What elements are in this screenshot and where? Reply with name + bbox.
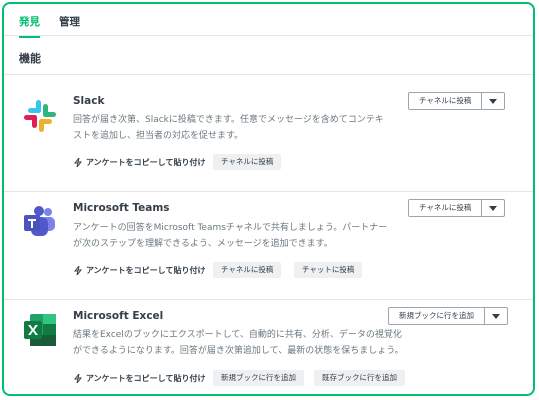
copy-survey-label: アンケートをコピーして貼り付け bbox=[86, 158, 206, 167]
card-description: 結果をExcelのブックにエクスポートして、自動的に共有、分析、データの視覚化 … bbox=[73, 327, 433, 359]
microsoft-teams-logo-icon bbox=[24, 206, 55, 236]
tab-discover[interactable]: 発見 bbox=[19, 14, 40, 38]
post-to-channel-split-button: チャネルに投稿 bbox=[408, 92, 506, 110]
card-description: 回答が届き次第、Slackに投稿できます。任意でメッセージを含めてコンテキ スト… bbox=[73, 112, 413, 144]
lightning-icon bbox=[74, 158, 82, 167]
card-description-line: ができるようになります。回答が届き次第追加して、最新の状態を保ちましょう。 bbox=[73, 346, 404, 356]
card-description-line: 回答が届き次第、Slackに投稿できます。任意でメッセージを含めてコンテキ bbox=[73, 115, 384, 125]
integration-card-excel: Microsoft Excel 結果をExcelのブックにエクスポートして、自動… bbox=[4, 299, 533, 394]
card-title: Microsoft Excel bbox=[73, 310, 164, 322]
add-row-existing-workbook-button[interactable]: 既存ブックに行を追加 bbox=[314, 370, 405, 386]
copy-survey-link[interactable]: アンケートをコピーして貼り付け bbox=[74, 373, 205, 384]
tab-bar: 発見 管理 bbox=[4, 4, 533, 38]
add-row-split-button: 新規ブックに行を追加 bbox=[388, 307, 508, 325]
split-dropdown-toggle[interactable] bbox=[485, 308, 507, 324]
copy-survey-label: アンケートをコピーして貼り付け bbox=[86, 266, 206, 275]
copy-survey-link[interactable]: アンケートをコピーして貼り付け bbox=[74, 265, 205, 276]
post-to-chat-button[interactable]: チャットに投稿 bbox=[294, 262, 363, 278]
split-dropdown-toggle[interactable] bbox=[482, 93, 504, 109]
chevron-down-icon bbox=[489, 98, 498, 104]
integration-card-slack: Slack 回答が届き次第、Slackに投稿できます。任意でメッセージを含めてコ… bbox=[4, 84, 533, 191]
post-to-channel-button[interactable]: チャネルに投稿 bbox=[213, 262, 282, 278]
card-description: アンケートの回答をMicrosoft Teamsチャネルで共有しましょう。パート… bbox=[73, 220, 413, 252]
copy-survey-label: アンケートをコピーして貼り付け bbox=[86, 374, 206, 383]
chevron-down-icon bbox=[489, 205, 498, 211]
card-description-line: が次のステップを理解できるよう、メッセージを追加できます。 bbox=[73, 239, 333, 249]
post-to-channel-primary[interactable]: チャネルに投稿 bbox=[409, 93, 483, 109]
divider bbox=[4, 74, 533, 75]
lightning-icon bbox=[74, 266, 82, 275]
slack-logo-icon bbox=[24, 100, 56, 132]
section-title: 機能 bbox=[19, 52, 41, 65]
lightning-icon bbox=[74, 374, 82, 383]
post-to-channel-button[interactable]: チャネルに投稿 bbox=[213, 154, 282, 170]
card-description-line: 結果をExcelのブックにエクスポートして、自動的に共有、分析、データの視覚化 bbox=[73, 330, 402, 340]
add-row-new-workbook-button[interactable]: 新規ブックに行を追加 bbox=[213, 370, 304, 386]
copy-survey-link[interactable]: アンケートをコピーして貼り付け bbox=[74, 157, 205, 168]
card-title: Slack bbox=[73, 95, 105, 107]
integrations-panel: 発見 管理 機能 Slack 回答が届き次第、Slackに投稿できます。任意でメ… bbox=[2, 2, 535, 396]
add-row-primary[interactable]: 新規ブックに行を追加 bbox=[389, 308, 485, 324]
card-title: Microsoft Teams bbox=[73, 202, 170, 214]
split-dropdown-toggle[interactable] bbox=[482, 200, 504, 216]
card-description-line: ストを追加し、担当者の対応を促せます。 bbox=[73, 131, 244, 141]
post-to-channel-split-button: チャネルに投稿 bbox=[408, 199, 506, 217]
card-description-line: アンケートの回答をMicrosoft Teamsチャネルで共有しましょう。パート… bbox=[73, 223, 388, 233]
integration-card-teams: Microsoft Teams アンケートの回答をMicrosoft Teams… bbox=[4, 191, 533, 299]
post-to-channel-primary[interactable]: チャネルに投稿 bbox=[409, 200, 483, 216]
microsoft-excel-logo-icon bbox=[24, 314, 56, 346]
tab-manage[interactable]: 管理 bbox=[59, 14, 80, 29]
chevron-down-icon bbox=[492, 313, 500, 319]
